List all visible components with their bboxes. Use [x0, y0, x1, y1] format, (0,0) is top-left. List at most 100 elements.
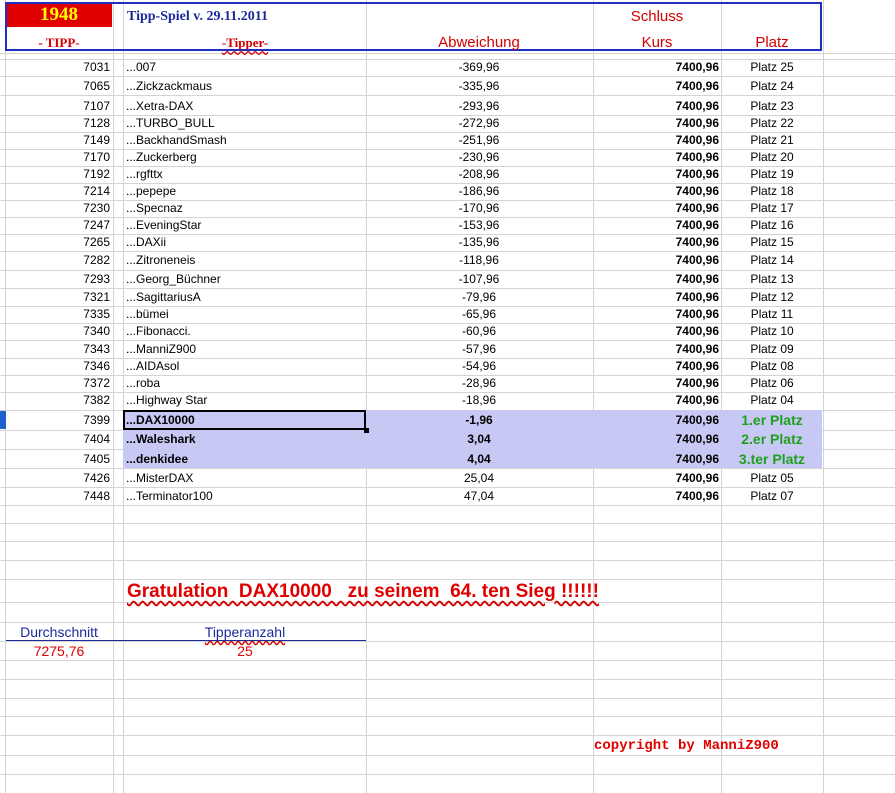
platz-value: 1.er Platz	[741, 412, 803, 428]
column-header-abweichung: Abweichung	[438, 34, 520, 51]
tipp-value: 7230	[83, 201, 110, 215]
tipp-value: 7382	[83, 393, 110, 407]
tipper-name: ...Zitroneneis	[126, 253, 196, 267]
abweichung-value: -170,96	[458, 201, 500, 215]
tipper-name: ...pepepe	[126, 184, 177, 198]
tipper-name: ...BackhandSmash	[126, 133, 227, 147]
platz-value: Platz 19	[750, 167, 794, 181]
platz-value: Platz 13	[750, 272, 794, 286]
tipp-value: 7214	[83, 184, 110, 198]
abweichung-value: -272,96	[458, 116, 500, 130]
abweichung-value: -293,96	[458, 99, 500, 113]
platz-value: Platz 21	[750, 133, 794, 147]
summary-divider	[6, 640, 366, 641]
tipper-name: ...MisterDAX	[126, 471, 194, 485]
congratulation-text: Gratulation DAX10000 zu seinem 64. ten S…	[127, 581, 599, 602]
fill-handle[interactable]	[364, 428, 369, 433]
platz-value: Platz 15	[750, 235, 794, 249]
kurs-value: 7400,96	[675, 253, 719, 267]
abweichung-value: 4,04	[467, 452, 491, 466]
platz-value: Platz 07	[750, 489, 794, 503]
grid-row-line	[0, 76, 895, 77]
game-title: Tipp-Spiel v. 29.11.2011	[127, 9, 268, 24]
grid-row-line	[0, 679, 895, 680]
tipperanzahl-label: Tipperanzahl	[204, 624, 286, 640]
tipper-name: ...007	[126, 60, 157, 74]
tipp-value: 7426	[83, 471, 110, 485]
abweichung-value: -1,96	[465, 413, 493, 427]
platz-value: Platz 05	[750, 471, 794, 485]
kurs-value: 7400,96	[675, 393, 719, 407]
kurs-value: 7400,96	[675, 99, 719, 113]
tipp-value: 7065	[83, 79, 110, 93]
abweichung-value: 47,04	[463, 489, 495, 503]
column-header-tipp: - TIPP-	[38, 35, 80, 50]
platz-value: Platz 18	[750, 184, 794, 198]
abweichung-value: 3,04	[467, 432, 491, 446]
tipper-name: ...Zickzackmaus	[126, 79, 213, 93]
abweichung-value: -186,96	[458, 184, 500, 198]
platz-value: Platz 17	[750, 201, 794, 215]
platz-value: Platz 08	[750, 359, 794, 373]
abweichung-value: -118,96	[459, 253, 499, 267]
tipper-name: ...Fibonacci.	[126, 324, 191, 338]
platz-value: Platz 04	[750, 393, 794, 407]
abweichung-value: -369,96	[458, 60, 500, 74]
tipp-value: 7031	[83, 60, 110, 74]
abweichung-value: -251,96	[458, 133, 500, 147]
tipp-value: 7340	[83, 324, 110, 338]
grid-row-line	[0, 95, 895, 96]
platz-value: 2.er Platz	[741, 431, 803, 447]
kurs-value: 7400,96	[675, 307, 719, 321]
tipp-value: 7128	[83, 116, 110, 130]
tipper-name: ...SagittariusA	[126, 290, 201, 304]
abweichung-value: -28,96	[461, 376, 497, 390]
tipp-value: 7293	[83, 272, 110, 286]
grid-row-line	[0, 622, 895, 623]
abweichung-value: -57,96	[461, 342, 497, 356]
kurs-value: 7400,96	[675, 60, 719, 74]
grid-column-line	[123, 0, 124, 793]
platz-value: 3.ter Platz	[738, 451, 806, 467]
tipper-name: ...Zuckerberg	[126, 150, 197, 164]
tipp-value: 7343	[83, 342, 110, 356]
kurs-value: 7400,96	[675, 116, 719, 130]
abweichung-value: -135,96	[458, 235, 500, 249]
platz-value: Platz 11	[750, 307, 794, 321]
column-header-kurs: Kurs	[641, 34, 673, 51]
tipp-value: 7448	[83, 489, 110, 503]
tipper-name: ...Specnaz	[126, 201, 183, 215]
kurs-value: 7400,96	[675, 167, 719, 181]
kurs-value: 7400,96	[675, 432, 719, 446]
tipp-value: 7404	[83, 432, 110, 446]
tipper-name: ...Georg_Büchner	[126, 272, 221, 286]
kurs-value: 7400,96	[675, 150, 719, 164]
tipp-value: 7335	[83, 307, 110, 321]
kurs-value: 7400,96	[675, 201, 719, 215]
grid-row-line	[0, 698, 895, 699]
tipperanzahl-value: 25	[237, 643, 253, 659]
kurs-value: 7400,96	[675, 359, 719, 373]
tipper-name: ...DAXii	[126, 235, 167, 249]
copyright-text: copyright by ManniZ900	[594, 738, 779, 754]
tipper-name: ...EveningStar	[126, 218, 202, 232]
tipper-name: ...ManniZ900	[126, 342, 197, 356]
abweichung-value: -65,96	[461, 307, 497, 321]
grid-row-line	[0, 53, 895, 54]
tipp-value: 7107	[83, 99, 110, 113]
grid-row-line	[0, 755, 895, 756]
kurs-value: 7400,96	[675, 471, 719, 485]
durchschnitt-label: Durchschnitt	[20, 624, 98, 640]
grid-row-line	[0, 660, 895, 661]
grid-row-line	[0, 774, 895, 775]
tipp-value: 7247	[83, 218, 110, 232]
kurs-value: 7400,96	[675, 324, 719, 338]
selected-cell[interactable]	[123, 410, 366, 430]
tipp-value: 7372	[83, 376, 110, 390]
grid-row-line	[0, 541, 895, 542]
abweichung-value: -107,96	[458, 272, 500, 286]
abweichung-value: -18,96	[461, 393, 497, 407]
grid-row-line	[0, 523, 895, 524]
abweichung-value: -60,96	[461, 324, 497, 338]
kurs-value: 7400,96	[675, 413, 719, 427]
